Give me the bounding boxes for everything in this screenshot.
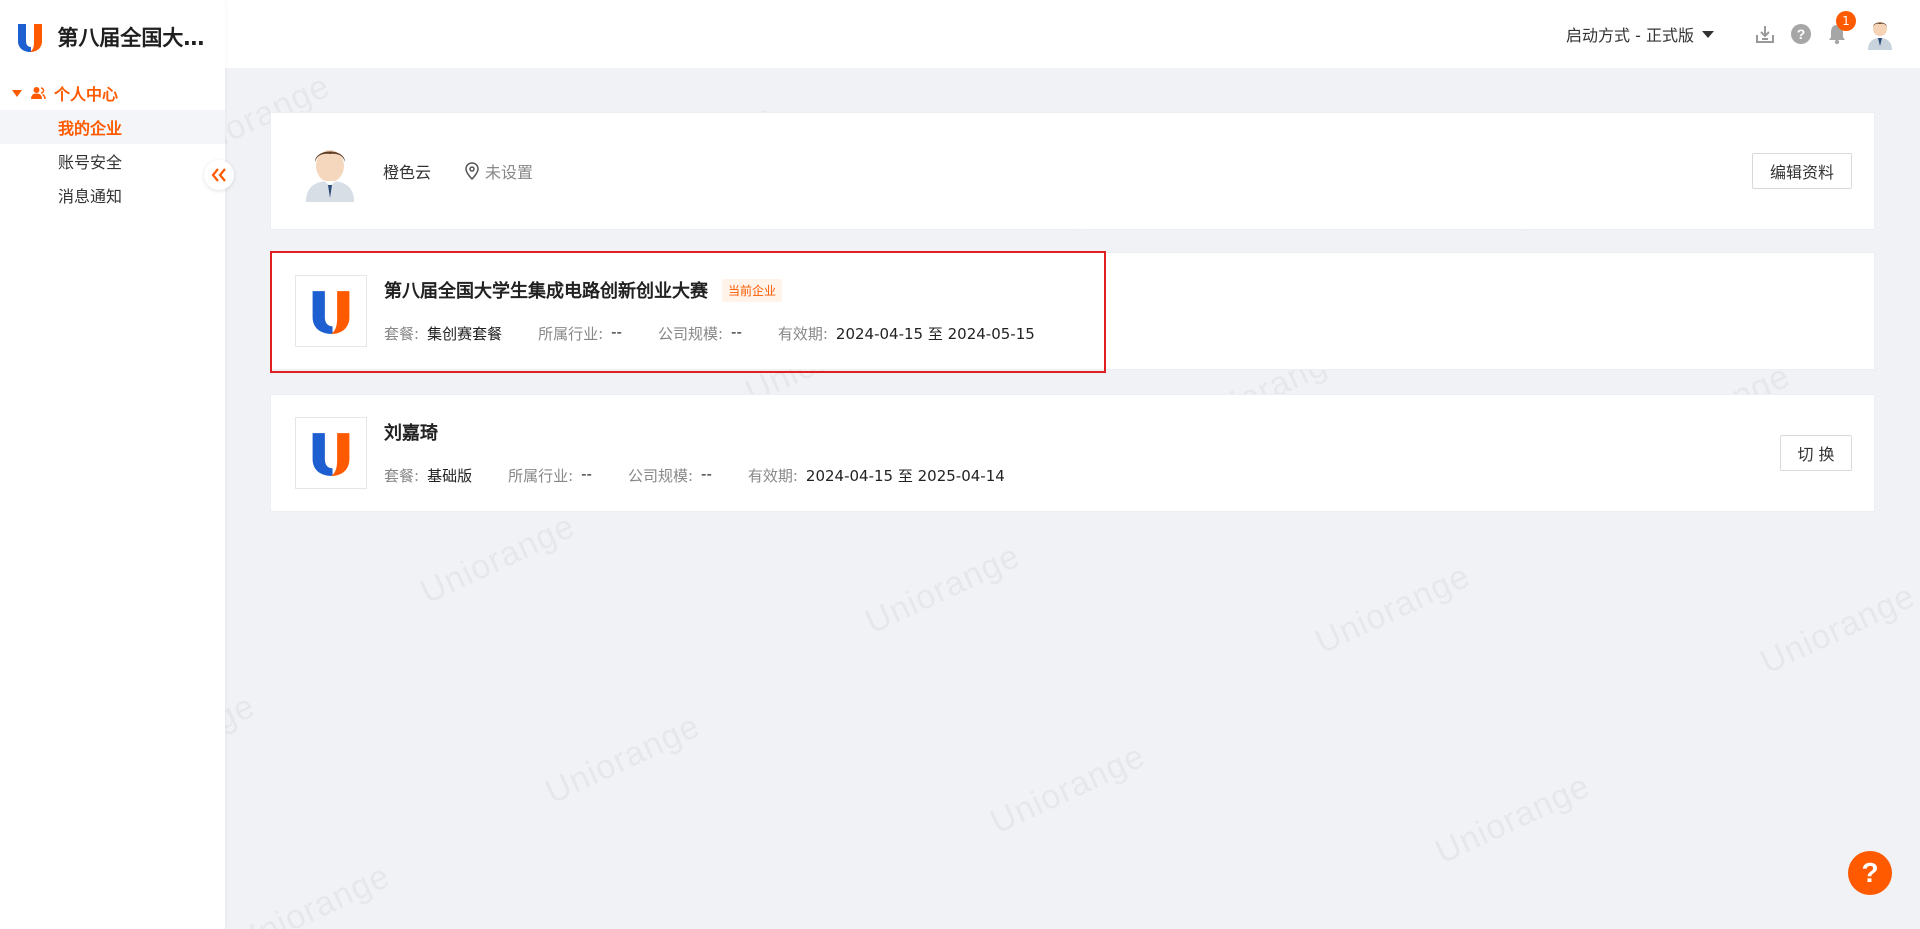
meta-plan: 套餐: 基础版	[384, 465, 472, 486]
meta-value: 基础版	[427, 467, 473, 485]
meta-value: --	[581, 465, 592, 483]
watermark: Uniorange	[1430, 767, 1597, 872]
watermark: Uniorange	[985, 737, 1152, 842]
enterprise-name-text: 刘嘉琦	[384, 423, 438, 444]
double-chevron-left-icon	[211, 163, 227, 187]
sidebar-group-label: 个人中心	[54, 85, 119, 104]
meta-value: 2024-04-15 至 2025-04-14	[805, 467, 1005, 485]
caret-down-icon	[12, 89, 22, 97]
enterprise-meta: 套餐: 基础版 所属行业: -- 公司规模: -- 有效期: 2024-04-1…	[384, 465, 1041, 486]
meta-industry: 所属行业: --	[508, 465, 592, 486]
sidebar: 第八届全国大学生集成电路创新创业大赛 个人中心 我的企业 账号安全 消息通知	[0, 0, 225, 929]
meta-plan: 套餐: 集创赛套餐	[384, 323, 502, 344]
meta-label: 公司规模:	[627, 467, 694, 485]
user-avatar[interactable]	[1864, 18, 1896, 50]
enterprise-name: 第八届全国大学生集成电路创新创业大赛 当前企业	[384, 277, 783, 303]
meta-industry: 所属行业: --	[538, 323, 622, 344]
profile-location: 未设置	[465, 159, 533, 183]
meta-label: 有效期:	[747, 467, 798, 485]
meta-value: --	[731, 323, 742, 341]
download-icon[interactable]	[1754, 23, 1776, 45]
brand[interactable]: 第八届全国大学生集成电路创新创业大赛	[0, 0, 225, 74]
svg-text:?: ?	[1797, 26, 1806, 42]
meta-label: 所属行业:	[538, 325, 604, 343]
app-logo-icon	[10, 17, 49, 57]
enterprise-logo-icon	[295, 275, 367, 347]
meta-scale: 公司规模: --	[658, 323, 742, 344]
watermark: Uniorange	[415, 507, 582, 612]
current-enterprise-badge: 当前企业	[722, 278, 783, 302]
sidebar-item-notifications[interactable]: 消息通知	[0, 178, 225, 212]
enterprise-card-current[interactable]: 第八届全国大学生集成电路创新创业大赛 当前企业 套餐: 集创赛套餐 所属行业: …	[270, 252, 1875, 370]
meta-label: 套餐:	[384, 325, 420, 343]
meta-validity: 有效期: 2024-04-15 至 2025-04-14	[748, 465, 1005, 486]
profile-location-text: 未设置	[485, 163, 534, 182]
meta-scale: 公司规模: --	[628, 465, 712, 486]
caret-down-icon	[1702, 30, 1714, 38]
enterprise-meta: 套餐: 集创赛套餐 所属行业: -- 公司规模: -- 有效期: 2024-04…	[384, 323, 1071, 344]
watermark: Uniorange	[1310, 557, 1477, 662]
help-fab-button[interactable]: ?	[1848, 851, 1892, 895]
meta-label: 套餐:	[384, 467, 420, 485]
sidebar-item-account-security[interactable]: 账号安全	[0, 144, 225, 178]
switch-enterprise-button[interactable]: 切 换	[1780, 435, 1852, 471]
sidebar-item-label: 我的企业	[58, 119, 123, 138]
meta-label: 公司规模:	[657, 325, 724, 343]
launch-mode-label: 启动方式 - 正式版	[1566, 26, 1694, 45]
sidebar-group-personal-center[interactable]: 个人中心	[0, 76, 225, 110]
sidebar-collapse-button[interactable]	[204, 160, 234, 190]
location-pin-icon	[465, 162, 479, 180]
question-mark-icon: ?	[1861, 857, 1879, 888]
user-icon	[30, 85, 46, 101]
watermark: Uniorange	[540, 707, 707, 812]
meta-value: --	[611, 323, 622, 341]
meta-value: 2024-04-15 至 2024-05-15	[835, 325, 1035, 343]
profile-avatar	[301, 139, 359, 203]
help-circle-icon[interactable]: ?	[1790, 23, 1812, 45]
meta-value: 集创赛套餐	[427, 325, 503, 343]
launch-mode-dropdown[interactable]: 启动方式 - 正式版	[1566, 22, 1714, 46]
notification-badge: 1	[1836, 11, 1856, 31]
sidebar-item-my-enterprise[interactable]: 我的企业	[0, 110, 225, 144]
enterprise-name: 刘嘉琦	[384, 419, 438, 445]
top-header: 启动方式 - 正式版 ? 1	[225, 0, 1920, 68]
sidebar-item-label: 账号安全	[58, 153, 123, 172]
edit-profile-button[interactable]: 编辑资料	[1752, 153, 1852, 189]
profile-card: 橙色云 未设置 编辑资料	[270, 112, 1875, 230]
meta-validity: 有效期: 2024-04-15 至 2024-05-15	[778, 323, 1035, 344]
bell-icon[interactable]: 1	[1826, 11, 1856, 45]
enterprise-card[interactable]: 刘嘉琦 套餐: 基础版 所属行业: -- 公司规模: -- 有效期: 2024-…	[270, 394, 1875, 512]
watermark: Uniorange	[230, 857, 397, 929]
meta-label: 有效期:	[777, 325, 828, 343]
sidebar-item-label: 消息通知	[58, 187, 123, 206]
enterprise-logo-icon	[295, 417, 367, 489]
app-title: 第八届全国大学生集成电路创新创业大赛	[57, 26, 225, 50]
meta-value: --	[701, 465, 712, 483]
enterprise-name-text: 第八届全国大学生集成电路创新创业大赛	[384, 281, 708, 302]
watermark: Uniorange	[1755, 577, 1920, 682]
profile-name: 橙色云	[383, 163, 432, 182]
watermark: Uniorange	[860, 537, 1027, 642]
meta-label: 所属行业:	[508, 467, 574, 485]
